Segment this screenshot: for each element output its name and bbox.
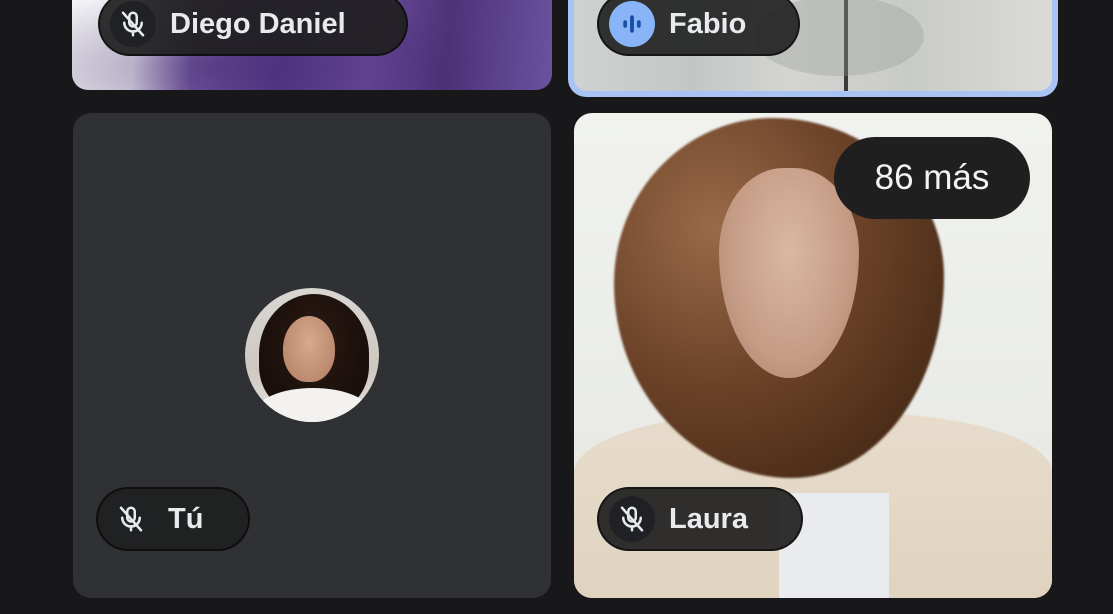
- participant-name-pill: Tú: [96, 487, 250, 551]
- participant-name-pill: Diego Daniel: [98, 0, 408, 56]
- mic-off-icon: [110, 1, 156, 47]
- participant-name: Laura: [669, 502, 748, 535]
- mic-off-icon: [108, 496, 154, 542]
- participant-name: Fabio: [669, 7, 747, 40]
- more-participants-badge[interactable]: 86 más: [834, 137, 1030, 219]
- mic-off-icon: [609, 496, 655, 542]
- audio-level-icon: [609, 1, 655, 47]
- participant-name-pill: Laura: [597, 487, 803, 551]
- participant-name: Diego Daniel: [170, 7, 346, 40]
- participant-name: Tú: [168, 502, 204, 535]
- avatar: [245, 288, 379, 422]
- participant-name-pill: Fabio: [597, 0, 800, 56]
